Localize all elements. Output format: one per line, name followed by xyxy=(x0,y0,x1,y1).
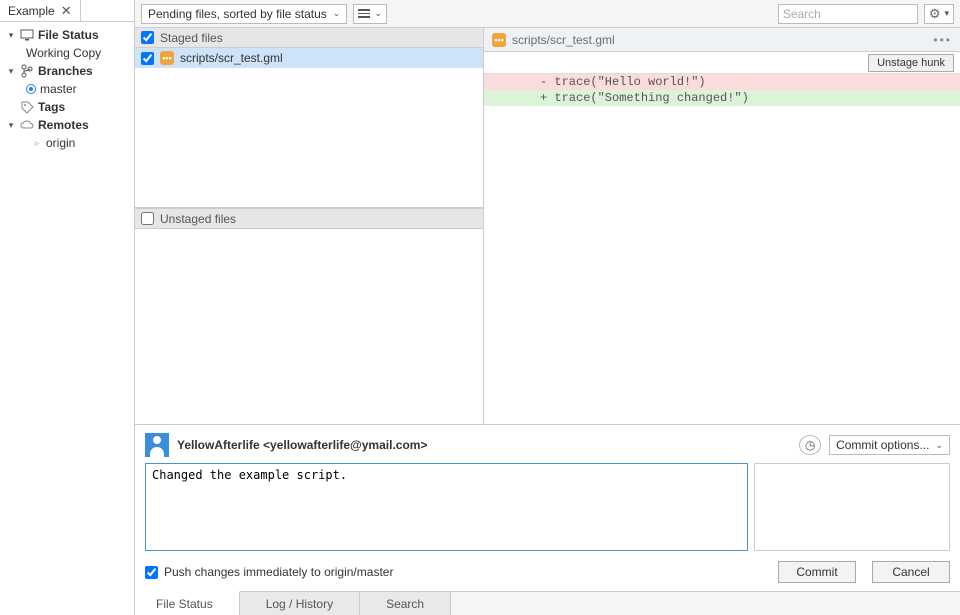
author-label: YellowAfterlife <yellowafterlife@ymail.c… xyxy=(177,438,427,452)
tab-file-status[interactable]: File Status xyxy=(135,591,240,615)
diff-panel: ••• scripts/scr_test.gml ••• Unstage hun… xyxy=(484,28,960,424)
commit-panel: YellowAfterlife <yellowafterlife@ymail.c… xyxy=(135,424,960,591)
cloud-icon xyxy=(20,118,34,132)
sidebar-tree: ▾ File Status Working Copy ▾ Branches ma… xyxy=(0,22,134,152)
chevron-right-icon: ▹ xyxy=(32,138,42,149)
push-immediately-checkbox[interactable] xyxy=(145,566,158,579)
sidebar-item-file-status[interactable]: ▾ File Status xyxy=(4,26,134,44)
sidebar-item-label: Tags xyxy=(38,100,65,114)
staged-header-label: Staged files xyxy=(160,31,223,45)
tab-log-history[interactable]: Log / History xyxy=(240,592,360,615)
file-path: scripts/scr_test.gml xyxy=(180,51,283,65)
monitor-icon xyxy=(20,28,34,42)
sort-label: Pending files, sorted by file status xyxy=(148,7,327,21)
commit-history-button[interactable]: ◷ xyxy=(799,435,821,455)
modified-icon: ••• xyxy=(160,51,174,65)
diff-line-added[interactable]: + trace("Something changed!") xyxy=(484,90,960,106)
chevron-down-icon: ⌄ xyxy=(333,8,341,19)
sidebar-item-working-copy[interactable]: Working Copy xyxy=(4,44,134,62)
chevron-down-icon: ▾ xyxy=(944,8,949,19)
gear-icon: ⚙ xyxy=(929,6,941,22)
chevron-down-icon: ⌄ xyxy=(935,440,943,451)
hunk-toolbar: Unstage hunk xyxy=(484,52,960,74)
repo-tab-bar: Example ✕ xyxy=(0,0,134,22)
sidebar-item-label: Working Copy xyxy=(26,46,101,60)
staged-toggle-checkbox[interactable] xyxy=(141,31,154,44)
diff-file-path: scripts/scr_test.gml xyxy=(512,33,615,47)
modified-icon: ••• xyxy=(492,33,506,47)
staged-file-list: ••• scripts/scr_test.gml xyxy=(135,48,483,207)
sidebar-item-label: Remotes xyxy=(38,118,89,132)
bottom-tab-bar: File Status Log / History Search xyxy=(135,591,960,615)
close-icon[interactable]: ✕ xyxy=(61,3,72,19)
unstaged-header-label: Unstaged files xyxy=(160,212,236,226)
sidebar-item-origin[interactable]: ▹ origin xyxy=(4,134,134,152)
staging-panel: Staged files ••• scripts/scr_test.gml Un… xyxy=(135,28,484,424)
diff-header: ••• scripts/scr_test.gml ••• xyxy=(484,28,960,52)
sidebar-item-label: Branches xyxy=(38,64,93,78)
chevron-down-icon: ▾ xyxy=(6,120,16,131)
sort-dropdown[interactable]: Pending files, sorted by file status ⌄ xyxy=(141,4,347,24)
avatar xyxy=(145,433,169,457)
commit-button[interactable]: Commit xyxy=(778,561,856,583)
diff-line-removed[interactable]: - trace("Hello world!") xyxy=(484,74,960,90)
chevron-down-icon: ⌄ xyxy=(374,8,382,19)
unstage-hunk-button[interactable]: Unstage hunk xyxy=(868,54,954,72)
branch-icon xyxy=(20,64,34,78)
push-label: Push changes immediately to origin/maste… xyxy=(164,565,393,579)
more-options-icon[interactable]: ••• xyxy=(933,33,952,47)
diff-body: - trace("Hello world!") + trace("Somethi… xyxy=(484,74,960,106)
view-mode-button[interactable]: ⌄ xyxy=(353,4,387,24)
unstaged-file-list xyxy=(135,229,483,424)
sidebar-item-tags[interactable]: Tags xyxy=(4,98,134,116)
current-branch-icon xyxy=(26,84,36,94)
staged-file-row[interactable]: ••• scripts/scr_test.gml xyxy=(135,48,483,68)
tag-icon xyxy=(20,100,34,114)
chevron-down-icon: ▾ xyxy=(6,66,16,77)
sidebar-item-label: File Status xyxy=(38,28,99,42)
file-checkbox[interactable] xyxy=(141,52,154,65)
staged-header: Staged files xyxy=(135,28,483,48)
sidebar-item-label: master xyxy=(40,82,77,96)
sidebar: Example ✕ ▾ File Status Working Copy ▾ B… xyxy=(0,0,135,615)
list-icon xyxy=(358,9,370,18)
sidebar-item-branches[interactable]: ▾ Branches xyxy=(4,62,134,80)
unstaged-header: Unstaged files xyxy=(135,209,483,229)
cancel-button[interactable]: Cancel xyxy=(872,561,950,583)
repo-tab-label: Example xyxy=(8,4,55,18)
search-input[interactable] xyxy=(783,7,938,21)
toolbar: Pending files, sorted by file status ⌄ ⌄… xyxy=(135,0,960,28)
settings-button[interactable]: ⚙ ▾ xyxy=(924,4,954,24)
unstaged-toggle-checkbox[interactable] xyxy=(141,212,154,225)
commit-side-panel xyxy=(754,463,950,551)
main-panel: Pending files, sorted by file status ⌄ ⌄… xyxy=(135,0,960,615)
tab-search[interactable]: Search xyxy=(360,592,451,615)
commit-options-dropdown[interactable]: Commit options... ⌄ xyxy=(829,435,950,455)
chevron-down-icon: ▾ xyxy=(6,30,16,41)
commit-message-input[interactable] xyxy=(145,463,748,551)
sidebar-item-label: origin xyxy=(46,136,75,150)
repo-tab[interactable]: Example ✕ xyxy=(0,0,81,21)
clock-icon: ◷ xyxy=(805,438,815,452)
search-box[interactable]: ⌕ xyxy=(778,4,918,24)
sidebar-item-remotes[interactable]: ▾ Remotes xyxy=(4,116,134,134)
sidebar-item-master[interactable]: master xyxy=(4,80,134,98)
